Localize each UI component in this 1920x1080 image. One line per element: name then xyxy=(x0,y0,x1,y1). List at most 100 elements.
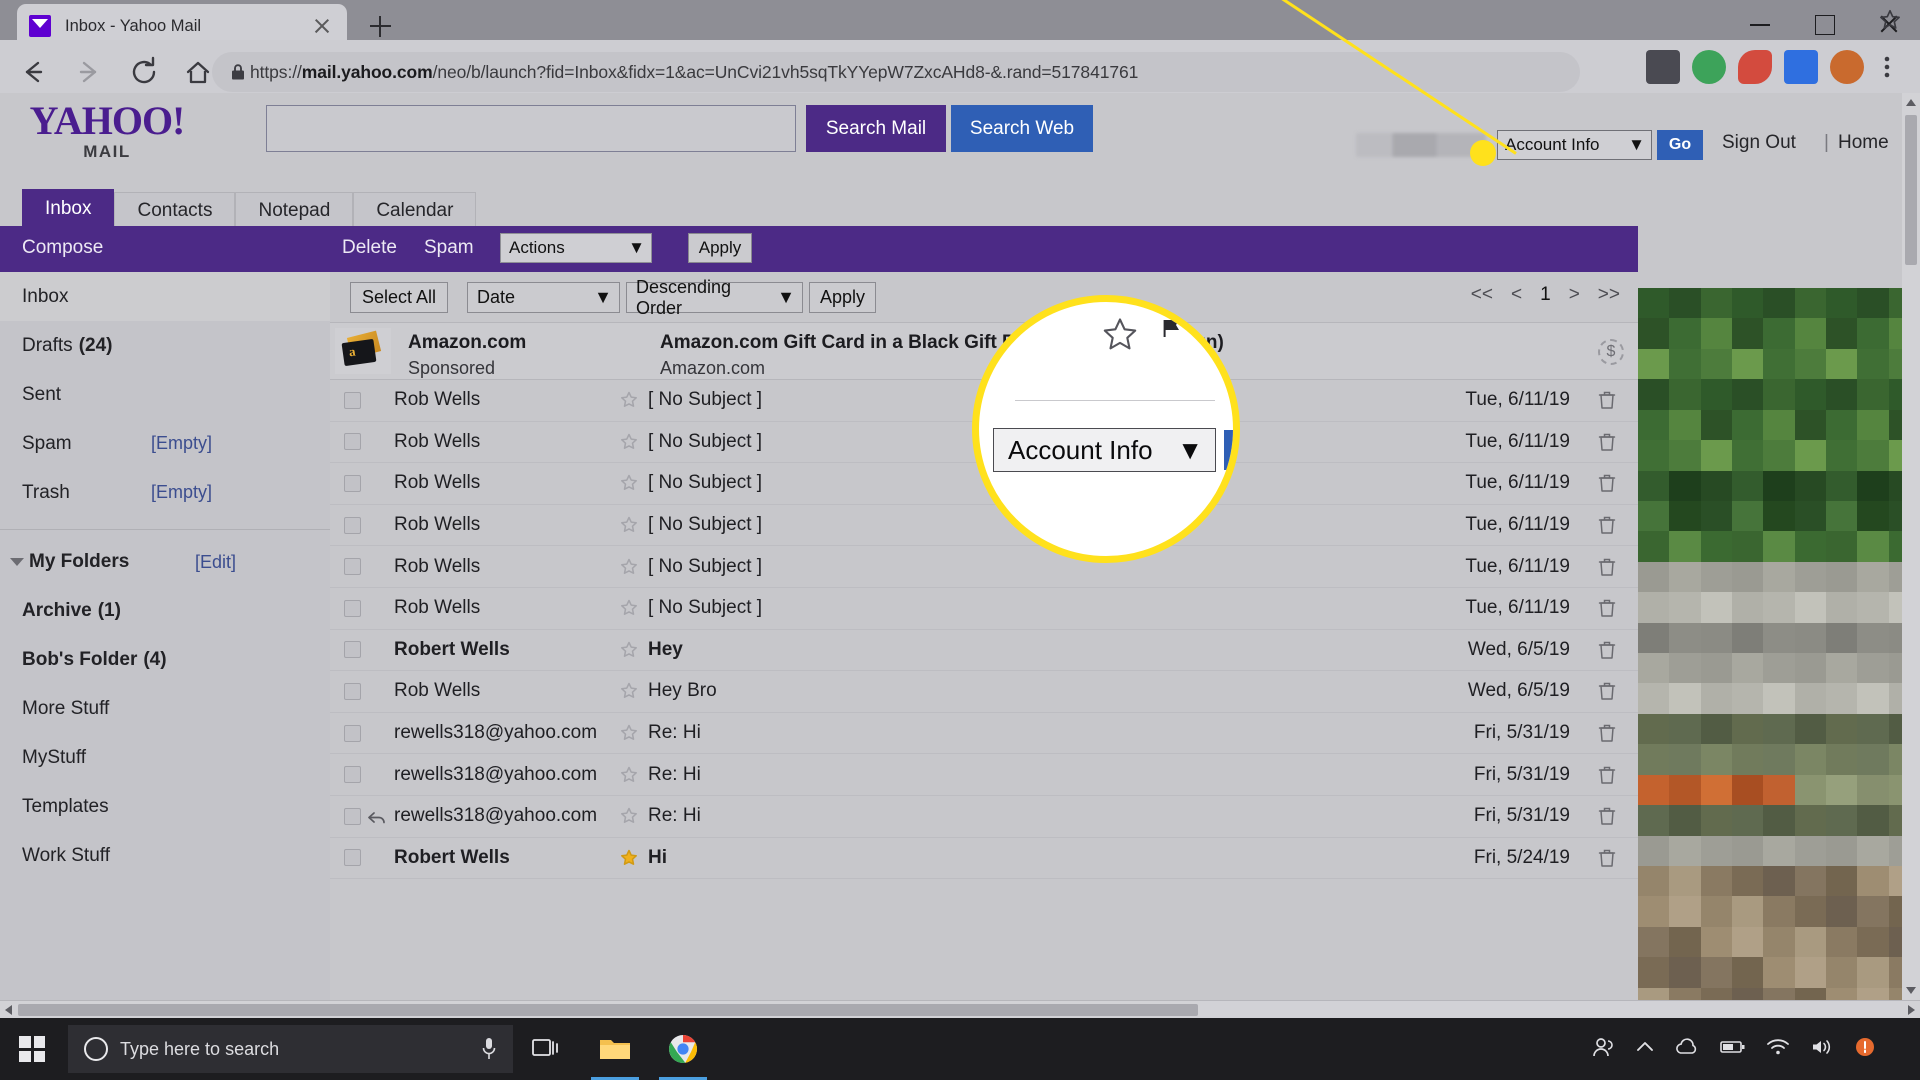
sidebar-item-bobs-folder[interactable]: Bob's Folder (4) xyxy=(0,635,330,684)
delete-message-icon[interactable] xyxy=(1598,723,1616,743)
table-row[interactable]: rewells318@yahoo.com Re: Hi Fri, 5/31/19 xyxy=(330,796,1638,838)
spam-button[interactable]: Spam xyxy=(424,237,474,259)
vertical-scrollbar-thumb[interactable] xyxy=(1905,115,1917,265)
sidebar-item-inbox[interactable]: Inbox xyxy=(0,272,330,321)
chrome-menu-icon[interactable] xyxy=(1876,50,1898,84)
apply-actions-button[interactable]: Apply xyxy=(688,233,752,263)
table-row[interactable]: rewells318@yahoo.com Re: Hi Fri, 5/31/19 xyxy=(330,713,1638,755)
tab-inbox[interactable]: Inbox xyxy=(22,189,115,228)
delete-message-icon[interactable] xyxy=(1598,473,1616,493)
star-icon[interactable] xyxy=(620,766,638,784)
bookmark-star-icon[interactable] xyxy=(1878,8,1902,32)
microphone-icon[interactable] xyxy=(481,1036,497,1062)
chevron-down-icon[interactable] xyxy=(10,558,24,566)
empty-spam-link[interactable]: [Empty] xyxy=(151,433,212,454)
extension-icon-blue[interactable] xyxy=(1784,50,1818,84)
select-message-checkbox[interactable] xyxy=(344,558,361,576)
delete-message-icon[interactable] xyxy=(1598,390,1616,410)
pager-first[interactable]: << xyxy=(1471,284,1493,306)
go-button[interactable]: Go xyxy=(1657,130,1703,160)
tab-notepad[interactable]: Notepad xyxy=(235,192,354,228)
select-message-checkbox[interactable] xyxy=(344,641,361,659)
star-icon[interactable] xyxy=(620,391,638,409)
delete-message-icon[interactable] xyxy=(1598,681,1616,701)
delete-message-icon[interactable] xyxy=(1598,765,1616,785)
taskbar-search-box[interactable]: Type here to search xyxy=(68,1025,513,1073)
home-link[interactable]: Home xyxy=(1838,132,1889,154)
star-icon[interactable] xyxy=(620,433,638,451)
star-icon[interactable] xyxy=(620,724,638,742)
sidebar-item-sent[interactable]: Sent xyxy=(0,370,330,419)
show-hidden-icons-icon[interactable] xyxy=(1636,1040,1654,1059)
close-tab-icon[interactable] xyxy=(309,13,335,39)
scroll-right-icon[interactable] xyxy=(1908,1005,1915,1015)
account-info-dropdown[interactable]: Account Info ▼ xyxy=(1497,130,1652,160)
star-icon[interactable] xyxy=(620,849,638,867)
volume-icon[interactable] xyxy=(1810,1038,1834,1061)
back-arrow-icon[interactable] xyxy=(8,48,56,96)
select-message-checkbox[interactable] xyxy=(344,682,361,700)
show-desktop-button[interactable] xyxy=(1896,1018,1906,1080)
select-message-checkbox[interactable] xyxy=(344,391,361,409)
sidebar-item-archive[interactable]: Archive (1) xyxy=(0,586,330,635)
scroll-down-icon[interactable] xyxy=(1906,987,1916,994)
delete-message-icon[interactable] xyxy=(1598,848,1616,868)
wifi-icon[interactable] xyxy=(1766,1038,1790,1061)
sidebar-item-templates[interactable]: Templates xyxy=(0,782,330,831)
sort-field-dropdown[interactable]: Date ▼ xyxy=(467,282,620,313)
pager-next[interactable]: > xyxy=(1569,284,1580,306)
sidebar-item-drafts[interactable]: Drafts (24) xyxy=(0,321,330,370)
reload-icon[interactable] xyxy=(120,48,168,96)
extension-icon-dark[interactable] xyxy=(1646,50,1680,84)
profile-avatar[interactable] xyxy=(1830,50,1864,84)
edit-folders-link[interactable]: [Edit] xyxy=(195,552,236,573)
pager-prev[interactable]: < xyxy=(1511,284,1522,306)
people-icon[interactable] xyxy=(1592,1036,1616,1063)
empty-trash-link[interactable]: [Empty] xyxy=(151,482,212,503)
tab-calendar[interactable]: Calendar xyxy=(353,192,477,228)
extension-icon-red[interactable] xyxy=(1738,50,1772,84)
select-message-checkbox[interactable] xyxy=(344,766,361,784)
search-mail-button[interactable]: Search Mail xyxy=(806,105,946,152)
star-icon[interactable] xyxy=(620,807,638,825)
sidebar-item-spam[interactable]: Spam [Empty] xyxy=(0,419,330,468)
sidebar-item-work-stuff[interactable]: Work Stuff xyxy=(0,831,330,880)
select-message-checkbox[interactable] xyxy=(344,849,361,867)
delete-message-icon[interactable] xyxy=(1598,515,1616,535)
account-info-dropdown-zoomed[interactable]: Account Info ▼ xyxy=(993,428,1216,472)
delete-message-icon[interactable] xyxy=(1598,432,1616,452)
star-icon[interactable] xyxy=(620,641,638,659)
table-row[interactable]: Rob Wells Hey Bro Wed, 6/5/19 xyxy=(330,671,1638,713)
select-message-checkbox[interactable] xyxy=(344,516,361,534)
sign-out-link[interactable]: Sign Out xyxy=(1722,132,1796,154)
select-message-checkbox[interactable] xyxy=(344,433,361,451)
select-message-checkbox[interactable] xyxy=(344,807,361,825)
forward-arrow-icon[interactable] xyxy=(66,48,114,96)
select-message-checkbox[interactable] xyxy=(344,724,361,742)
select-all-button[interactable]: Select All xyxy=(350,282,449,313)
file-explorer-icon[interactable] xyxy=(581,1018,649,1080)
apply-sort-button[interactable]: Apply xyxy=(809,282,877,313)
table-row[interactable]: Robert Wells Hi Fri, 5/24/19 xyxy=(330,838,1638,880)
horizontal-scrollbar-thumb[interactable] xyxy=(18,1004,1198,1016)
vertical-scrollbar[interactable] xyxy=(1902,93,1920,1000)
sidebar-item-trash[interactable]: Trash [Empty] xyxy=(0,468,330,517)
yahoo-mail-logo[interactable]: YAHOO! MAIL xyxy=(22,101,192,162)
star-icon[interactable] xyxy=(620,558,638,576)
chrome-icon[interactable] xyxy=(649,1018,717,1080)
delete-message-icon[interactable] xyxy=(1598,806,1616,826)
actions-dropdown[interactable]: Actions ▼ xyxy=(500,233,652,263)
table-row[interactable]: rewells318@yahoo.com Re: Hi Fri, 5/31/19 xyxy=(330,754,1638,796)
scroll-up-icon[interactable] xyxy=(1906,99,1916,106)
delete-message-icon[interactable] xyxy=(1598,640,1616,660)
new-tab-button[interactable] xyxy=(362,8,398,44)
delete-message-icon[interactable] xyxy=(1598,598,1616,618)
horizontal-scrollbar[interactable] xyxy=(0,1000,1920,1018)
table-row[interactable]: Rob Wells [ No Subject ] Tue, 6/11/19 xyxy=(330,505,1638,547)
battery-icon[interactable] xyxy=(1720,1039,1746,1060)
star-icon[interactable] xyxy=(620,682,638,700)
action-center-icon[interactable] xyxy=(1854,1037,1876,1062)
search-input[interactable] xyxy=(266,105,796,152)
sidebar-item-more-stuff[interactable]: More Stuff xyxy=(0,684,330,733)
table-row[interactable]: Rob Wells [ No Subject ] Tue, 6/11/19 xyxy=(330,588,1638,630)
